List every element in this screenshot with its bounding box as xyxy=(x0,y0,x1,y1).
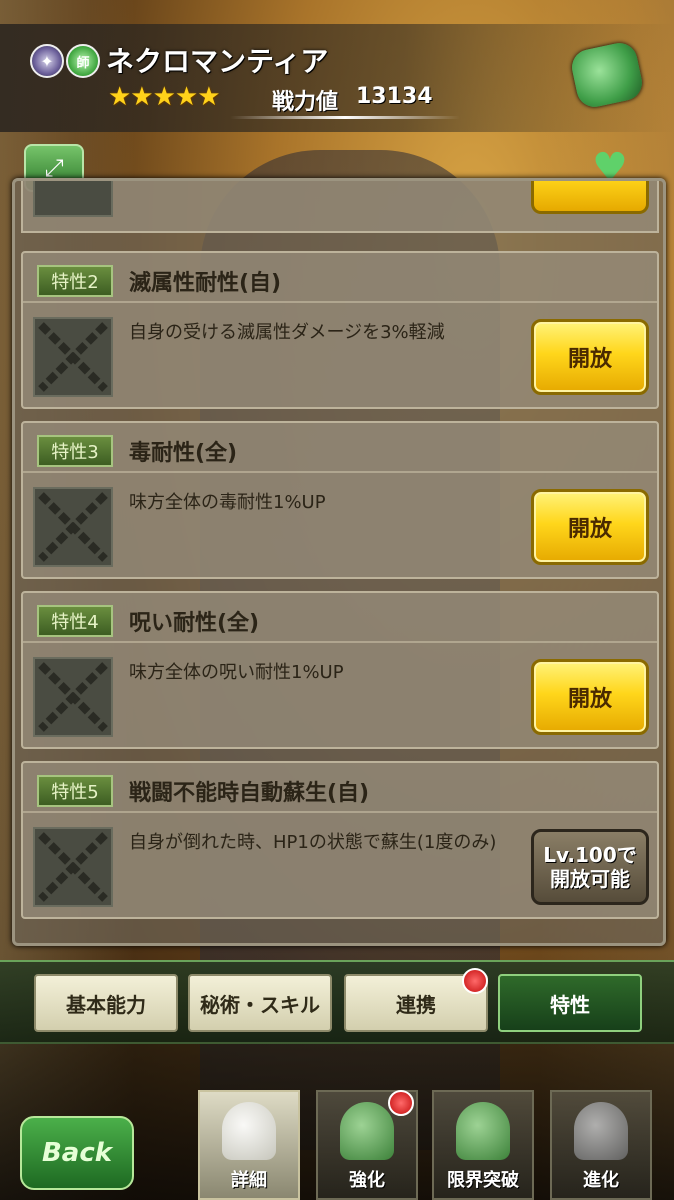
trait-card: 特性2 滅属性耐性(自) 自身の受ける滅属性ダメージを3%軽減 開放 xyxy=(21,251,659,409)
trait-name: 滅属性耐性(自) xyxy=(129,271,282,296)
trait-card-partial xyxy=(21,181,659,233)
trait-card-header: 特性3 毒耐性(全) xyxy=(23,423,657,473)
nav-label: 詳細 xyxy=(231,1170,267,1191)
header-divider xyxy=(230,116,460,119)
unlock-status-text: 開放可能 xyxy=(550,867,630,891)
dark-element-icon: ✦ xyxy=(30,44,64,78)
tab-basic-stats[interactable]: 基本能力 xyxy=(34,974,178,1032)
nav-limit-break[interactable]: 限界突破 xyxy=(432,1090,534,1200)
enhance-head-icon xyxy=(340,1102,394,1160)
notification-badge xyxy=(388,1090,414,1116)
limit-break-head-icon xyxy=(456,1102,510,1160)
unlock-level-text: Lv.100で xyxy=(543,843,637,867)
nav-label: 強化 xyxy=(349,1170,385,1191)
trait-description: 味方全体の呪い耐性1%UP xyxy=(129,662,344,683)
trait-card: 特性4 呪い耐性(全) 味方全体の呪い耐性1%UP 開放 xyxy=(21,591,659,749)
trait-panel[interactable]: 特性2 滅属性耐性(自) 自身の受ける滅属性ダメージを3%軽減 開放 特性3 毒… xyxy=(12,178,666,946)
class-icon-text: 師 xyxy=(76,55,90,71)
rarity-stars: ★★★★★ xyxy=(108,82,221,112)
nav-evolve[interactable]: 進化 xyxy=(550,1090,652,1200)
trait-name: 毒耐性(全) xyxy=(129,441,238,466)
open-button[interactable]: 開放 xyxy=(531,489,649,565)
trait-description: 自身が倒れた時、HP1の状態で蘇生(1度のみ) xyxy=(129,832,497,853)
trait-tag: 特性2 xyxy=(37,265,113,297)
nav-details[interactable]: 詳細 xyxy=(198,1090,300,1200)
nav-label: 限界突破 xyxy=(447,1170,519,1191)
locked-unlock-button[interactable]: Lv.100で 開放可能 xyxy=(531,829,649,905)
profile-head-icon xyxy=(222,1102,276,1160)
detail-tab-bar: 基本能力 秘術・スキル 連携 特性 xyxy=(0,960,674,1044)
power-label: 戦力値 xyxy=(272,90,339,115)
open-button[interactable]: 開放 xyxy=(531,319,649,395)
trait-description: 味方全体の毒耐性1%UP xyxy=(129,492,326,513)
trait-tag: 特性4 xyxy=(37,605,113,637)
trait-card: 特性3 毒耐性(全) 味方全体の毒耐性1%UP 開放 xyxy=(21,421,659,579)
trait-name: 戦闘不能時自動蘇生(自) xyxy=(129,781,370,806)
open-button[interactable]: 開放 xyxy=(531,659,649,735)
chain-lock-icon xyxy=(33,657,113,737)
chain-lock-icon xyxy=(33,181,113,217)
notification-badge xyxy=(462,968,488,994)
chain-lock-icon xyxy=(33,317,113,397)
trait-tag: 特性5 xyxy=(37,775,113,807)
trait-card-header: 特性4 呪い耐性(全) xyxy=(23,593,657,643)
tab-skills[interactable]: 秘術・スキル xyxy=(188,974,332,1032)
power-value: 13134 xyxy=(356,84,433,109)
trait-name: 呪い耐性(全) xyxy=(129,611,260,636)
trait-tag: 特性3 xyxy=(37,435,113,467)
chain-lock-icon xyxy=(33,827,113,907)
trait-card-header: 特性5 戦闘不能時自動蘇生(自) xyxy=(23,763,657,813)
class-icon: 師 xyxy=(66,44,100,78)
open-button-partial[interactable] xyxy=(531,181,649,214)
trait-card-header: 特性2 滅属性耐性(自) xyxy=(23,253,657,303)
evolve-head-icon xyxy=(574,1102,628,1160)
character-name: ネクロマンティア xyxy=(106,45,329,78)
tab-traits[interactable]: 特性 xyxy=(498,974,642,1032)
trait-card: 特性5 戦闘不能時自動蘇生(自) 自身が倒れた時、HP1の状態で蘇生(1度のみ)… xyxy=(21,761,659,919)
nav-label: 進化 xyxy=(583,1170,619,1191)
back-button[interactable]: Back xyxy=(20,1116,134,1190)
trait-description: 自身の受ける滅属性ダメージを3%軽減 xyxy=(129,322,445,343)
chain-lock-icon xyxy=(33,487,113,567)
